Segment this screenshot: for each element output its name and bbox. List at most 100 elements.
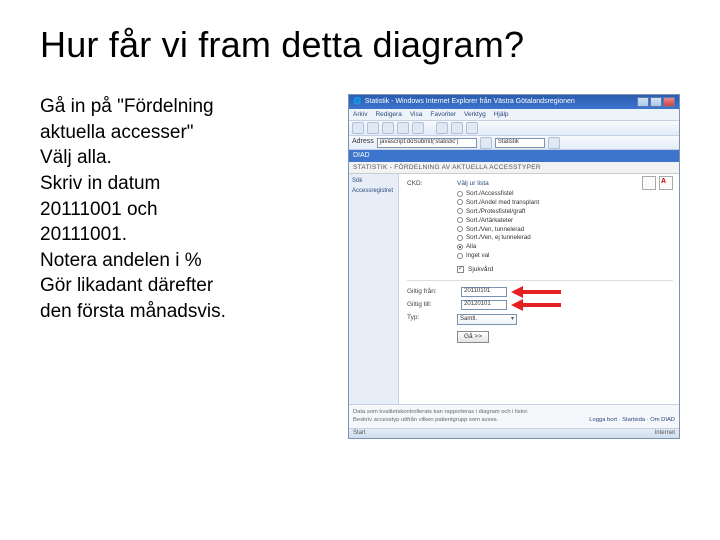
window-title: Statistik - Windows Internet Explorer fr…	[365, 98, 575, 106]
instr-line: den första månadsvis.	[40, 299, 330, 325]
maximize-button[interactable]	[650, 97, 662, 107]
radio-label: Alla	[466, 243, 476, 250]
app-window: 🌐 Statistik - Windows Internet Explorer …	[348, 94, 680, 439]
minimize-button[interactable]	[637, 97, 649, 107]
section-title: STATISTIK - FÖRDELNING AV AKTUELLA ACCES…	[349, 162, 679, 174]
window-titlebar: 🌐 Statistik - Windows Internet Explorer …	[349, 95, 679, 109]
address-value-2: Statistik	[498, 139, 519, 146]
radio-label: Sort./Artärkateter	[466, 217, 513, 224]
left-nav: Sök Accessregistret	[349, 174, 399, 404]
radio-icon	[457, 244, 463, 250]
instr-line: Välj alla.	[40, 145, 330, 171]
close-button[interactable]	[663, 97, 675, 107]
type-label: Typ:	[407, 314, 457, 322]
radio-label: Sort./Ven, ej tunnelerad	[466, 234, 531, 241]
ckd-value[interactable]: Välj ur lista	[457, 180, 489, 188]
window-icon: 🌐	[353, 98, 362, 106]
refresh-button[interactable]	[397, 122, 409, 134]
instr-line: 20111001.	[40, 222, 330, 248]
history-button[interactable]	[466, 122, 478, 134]
date-from-label: Giltig från:	[407, 288, 457, 296]
menu-item[interactable]: Redigera	[375, 111, 401, 119]
instr-line: Gå in på "Fördelning	[40, 94, 330, 120]
instr-line: 20111001 och	[40, 197, 330, 223]
date-from-input[interactable]: 20110101	[461, 287, 507, 297]
type-value: Samtl.	[460, 316, 477, 323]
app-banner: DIAD	[349, 150, 679, 162]
radio-icon	[457, 191, 463, 197]
radio-icon	[457, 226, 463, 232]
instr-line: Skriv in datum	[40, 171, 330, 197]
arrow-annotation	[511, 300, 561, 310]
radio-icon	[457, 199, 463, 205]
address-value: javascript:doSubmit('statistic')	[380, 139, 459, 146]
checkbox[interactable]	[457, 266, 464, 273]
date-to-input[interactable]: 20120101	[461, 300, 507, 310]
radio-option[interactable]: Sort./Accessfistel	[457, 190, 673, 197]
banner-text: DIAD	[353, 152, 370, 160]
go-button-label: Gå >>	[464, 333, 482, 341]
radio-label: Sort./Accessfistel	[466, 190, 513, 197]
footer-area: Data som kvalitetskontrollerats kan rapp…	[349, 404, 679, 428]
radio-label: Inget val	[466, 252, 489, 259]
nav-item[interactable]: Accessregistret	[352, 188, 395, 195]
instruction-text: Gå in på "Fördelning aktuella accesser" …	[40, 94, 330, 439]
radio-label: Sort./Andel med transplant	[466, 199, 539, 206]
browser-statusbar: Start Internet	[349, 428, 679, 438]
radio-option[interactable]: Sort./Ven, ej tunnelerad	[457, 234, 673, 241]
stop-button[interactable]	[382, 122, 394, 134]
forward-button[interactable]	[367, 122, 379, 134]
address-input[interactable]: javascript:doSubmit('statistic')	[377, 138, 477, 148]
radio-option[interactable]: Sort./Andel med transplant	[457, 199, 673, 206]
status-left: Start	[353, 430, 366, 437]
pdf-icon[interactable]	[659, 176, 673, 190]
date-from-value: 20110101	[464, 288, 490, 295]
section-title-text: STATISTIK - FÖRDELNING AV AKTUELLA ACCES…	[353, 164, 541, 172]
ckd-label: CKD:	[407, 180, 457, 188]
status-text-2: Beskriv accesstyp utifrån vilken patient…	[353, 417, 498, 424]
radio-option[interactable]: Inget val	[457, 252, 673, 259]
home-button[interactable]	[412, 122, 424, 134]
instr-line: Notera andelen i %	[40, 248, 330, 274]
menu-item[interactable]: Verktyg	[464, 111, 486, 119]
nav-item[interactable]: Sök	[352, 178, 395, 185]
address-input-2[interactable]: Statistik	[495, 138, 545, 148]
address-label: Adress	[352, 138, 374, 146]
radio-icon	[457, 235, 463, 241]
type-select[interactable]: Samtl.	[457, 314, 517, 325]
menu-item[interactable]: Arkiv	[353, 111, 367, 119]
go-icon-2[interactable]	[548, 137, 560, 149]
go-button[interactable]: Gå >>	[457, 331, 489, 343]
go-icon[interactable]	[480, 137, 492, 149]
radio-icon	[457, 208, 463, 214]
export-icon[interactable]	[642, 176, 656, 190]
search-button[interactable]	[436, 122, 448, 134]
instr-line: aktuella accesser"	[40, 120, 330, 146]
checkbox-label: Sjukvård	[468, 266, 493, 274]
menu-item[interactable]: Favoriter	[430, 111, 456, 119]
menubar: Arkiv Redigera Visa Favoriter Verktyg Hj…	[349, 109, 679, 121]
radio-option[interactable]: Sort./Protesfistel/graft	[457, 208, 673, 215]
footer-links[interactable]: Logga bort · Startsida · Om DIAD	[589, 417, 675, 424]
radio-icon	[457, 217, 463, 223]
back-button[interactable]	[352, 122, 364, 134]
radio-icon	[457, 253, 463, 259]
main-pane: CKD: Välj ur lista Sort./Accessfistel So…	[399, 174, 679, 404]
radio-option[interactable]: Sort./Artärkateter	[457, 217, 673, 224]
status-right: Internet	[655, 430, 675, 437]
radio-option[interactable]: Alla	[457, 243, 673, 250]
status-text: Data som kvalitetskontrollerats kan rapp…	[353, 409, 675, 416]
instr-line: Gör likadant därefter	[40, 273, 330, 299]
slide-title: Hur får vi fram detta diagram?	[40, 24, 680, 66]
radio-label: Sort./Ven, tunnelerad	[466, 226, 524, 233]
menu-item[interactable]: Visa	[410, 111, 423, 119]
date-to-label: Giltig till:	[407, 301, 457, 309]
radio-label: Sort./Protesfistel/graft	[466, 208, 526, 215]
option-list: Sort./Accessfistel Sort./Andel med trans…	[457, 190, 673, 260]
arrow-annotation	[511, 287, 561, 297]
radio-option[interactable]: Sort./Ven, tunnelerad	[457, 226, 673, 233]
menu-item[interactable]: Hjälp	[494, 111, 509, 119]
address-bar: Adress javascript:doSubmit('statistic') …	[349, 136, 679, 150]
favorites-button[interactable]	[451, 122, 463, 134]
date-to-value: 20120101	[464, 301, 491, 308]
